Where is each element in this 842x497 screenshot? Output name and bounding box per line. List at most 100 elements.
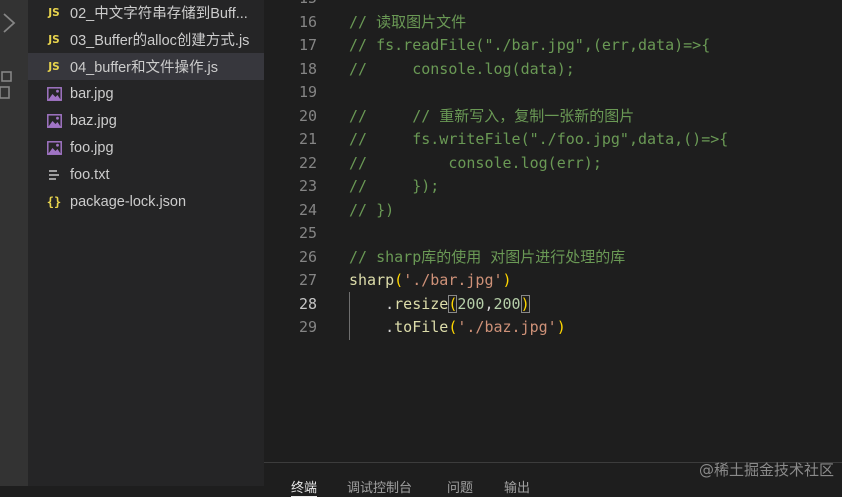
tab-problems[interactable]: 问题 [447, 477, 473, 496]
code-token: ) [520, 294, 530, 313]
code-comment: // fs.readFile("./bar.jpg",(err,data)=>{ [349, 36, 711, 54]
code-token: ) [502, 271, 512, 289]
watermark: @稀土掘金技术社区 [698, 461, 834, 479]
file-item[interactable]: foo.txt [28, 161, 264, 188]
line-number: 16 [298, 12, 317, 31]
line-number: 26 [298, 247, 317, 266]
code-token: 200 [493, 294, 521, 313]
code-line: 23 // }); [264, 175, 842, 199]
image-icon [46, 86, 62, 102]
js-icon: JS [48, 60, 60, 73]
code-token: . [349, 318, 395, 336]
file-name: 04_buffer和文件操作.js [70, 60, 219, 76]
code-content: // console.log(data); [349, 58, 575, 82]
extensions-icon[interactable] [0, 68, 28, 104]
js-icon: JS [48, 6, 60, 19]
code-line: 18 // console.log(data); [264, 58, 842, 82]
code-token: './bar.jpg' [403, 271, 503, 289]
line-number: 27 [298, 271, 317, 289]
code-content: // // 重新写入，复制一张新的图片 [349, 105, 634, 129]
line-number: 29 [298, 318, 317, 336]
code-line: 21 // fs.writeFile("./foo.jpg",data,()=>{ [264, 128, 842, 152]
file-item[interactable]: {} package-lock.json [28, 188, 264, 215]
code-line: 28 .resize(200,200) [264, 293, 842, 317]
text-file-icon [46, 167, 62, 183]
run-debug-icon[interactable] [0, 10, 28, 36]
code-token: ( [394, 271, 404, 289]
file-item[interactable]: JS 03_Buffer的alloc创建方式.js [28, 26, 264, 53]
code-line: 19 [264, 81, 842, 105]
line-number: 21 [298, 130, 317, 148]
code-comment: // console.log(data); [349, 59, 575, 78]
code-content: // sharp库的使用 对图片进行处理的库 [349, 246, 625, 270]
line-number: 28 [298, 294, 317, 313]
file-name: 03_Buffer的alloc创建方式.js [70, 33, 250, 49]
line-number: 20 [298, 106, 317, 125]
line-number: 19 [298, 83, 317, 101]
code-content: // }) [349, 199, 394, 223]
code-token: . [349, 294, 395, 313]
indent-guide [349, 292, 350, 340]
code-token: sharp [349, 271, 395, 289]
activity-bar [0, 0, 28, 486]
line-number: 22 [298, 153, 317, 172]
file-item[interactable]: bar.jpg [28, 80, 264, 107]
code-editor[interactable]: 1516 // 读取图片文件 17 // fs.readFile("./bar.jpg… [264, 0, 842, 462]
code-content: .resize(200,200) [349, 293, 530, 317]
code-content: .toFile('./baz.jpg') [349, 316, 566, 340]
code-comment: // fs.writeFile("./foo.jpg",data,()=>{ [349, 130, 729, 148]
code-token: toFile [394, 318, 449, 336]
line-number: 24 [298, 200, 317, 219]
code-comment: // // 重新写入，复制一张新的图片 [349, 106, 635, 125]
code-token: resize [394, 294, 449, 313]
js-icon: JS [48, 33, 60, 46]
code-line: 20 // // 重新写入，复制一张新的图片 [264, 105, 842, 129]
code-line: 24 // }) [264, 199, 842, 223]
code-line: 22 // console.log(err); [264, 152, 842, 176]
code-line: 16 // 读取图片文件 [264, 11, 842, 35]
line-number: 25 [298, 224, 317, 242]
code-token: , [484, 294, 494, 313]
code-line: 29 .toFile('./baz.jpg') [264, 316, 842, 340]
code-line: 25 [264, 222, 842, 246]
file-name: package-lock.json [70, 193, 187, 210]
code-comment: // }) [349, 200, 395, 219]
code-token: ) [556, 318, 566, 336]
file-name: foo.jpg [70, 139, 114, 156]
code-token: 200 [457, 294, 485, 313]
code-content: // 读取图片文件 [349, 11, 466, 35]
line-number: 23 [298, 177, 317, 195]
code-content: // console.log(err); [349, 152, 602, 176]
file-name: bar.jpg [70, 85, 114, 102]
image-icon [46, 140, 62, 156]
tab-output[interactable]: 输出 [504, 477, 530, 496]
code-line: 27 sharp('./bar.jpg') [264, 269, 842, 293]
tab-debug-console[interactable]: 调试控制台 [347, 477, 412, 496]
file-item[interactable]: JS 04_buffer和文件操作.js [28, 53, 264, 80]
code-content: // }); [349, 175, 439, 199]
code-line: 26 // sharp库的使用 对图片进行处理的库 [264, 246, 842, 270]
explorer-sidebar: JS 02_中文字符串存储到Buff... JS 03_Buffer的alloc创建方… [28, 0, 264, 486]
code-comment: // console.log(err); [349, 153, 602, 172]
line-number: 17 [298, 36, 317, 54]
line-number: 18 [298, 59, 317, 78]
image-icon [46, 113, 62, 129]
code-comment: // 读取图片文件 [349, 12, 467, 31]
file-item[interactable]: JS 02_中文字符串存储到Buff... [28, 0, 264, 26]
file-item[interactable]: baz.jpg [28, 107, 264, 134]
code-line: 15 [264, 0, 842, 11]
file-name: foo.txt [70, 166, 110, 183]
file-name: 02_中文字符串存储到Buff... [70, 6, 248, 22]
code-comment: // sharp库的使用 对图片进行处理的库 [349, 247, 626, 266]
code-line: 17 // fs.readFile("./bar.jpg",(err,data)=… [264, 34, 842, 58]
file-item[interactable]: foo.jpg [28, 134, 264, 161]
line-number: 15 [264, 0, 317, 11]
code-content: // fs.readFile("./bar.jpg",(err,data)=>{ [349, 34, 710, 58]
code-comment: // }); [349, 177, 440, 195]
code-token: './baz.jpg' [457, 318, 557, 336]
code-content: // fs.writeFile("./foo.jpg",data,()=>{ [349, 128, 728, 152]
tab-terminal[interactable]: 终端 [291, 477, 318, 497]
code-content: sharp('./bar.jpg') [349, 269, 512, 293]
file-name: baz.jpg [70, 112, 117, 129]
json-icon: {} [46, 194, 62, 209]
